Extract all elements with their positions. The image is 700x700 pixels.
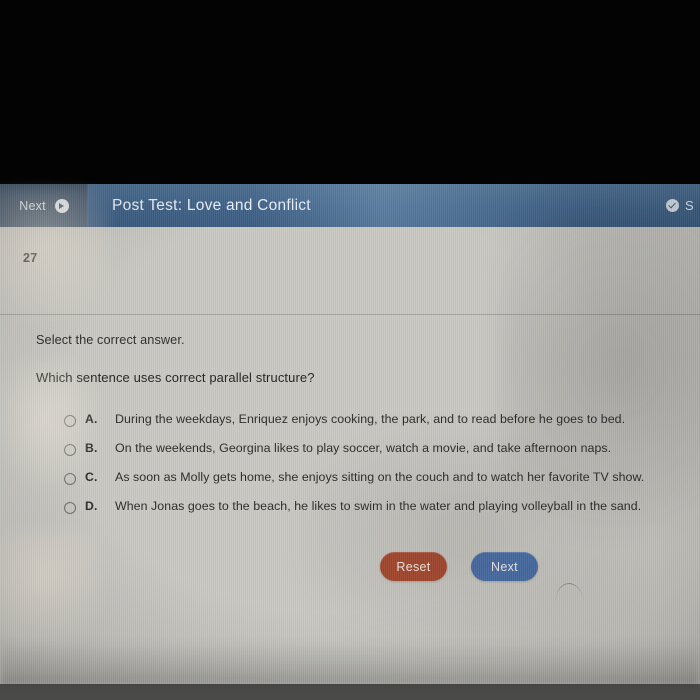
next-button[interactable]: Next <box>471 552 538 581</box>
option-text-a: During the weekdays, Enriquez enjoys coo… <box>115 412 626 426</box>
reset-button[interactable]: Reset <box>380 552 447 581</box>
option-letter-d: D. <box>85 499 98 513</box>
answer-option-b[interactable]: B. On the weekends, Georgina likes to pl… <box>64 441 684 470</box>
radio-button-icon-d[interactable] <box>64 502 76 514</box>
section-divider <box>0 314 700 315</box>
monitor-top-dark-region <box>0 0 700 184</box>
screen-viewport: Next Post Test: Love and Conflict S 27 S… <box>0 184 700 684</box>
option-letter-c: C. <box>85 470 98 484</box>
option-text-c: As soon as Molly gets home, she enjoys s… <box>115 470 645 484</box>
header-next-nav-label: Next <box>19 198 46 213</box>
answer-option-d[interactable]: D. When Jonas goes to the beach, he like… <box>64 499 684 528</box>
option-letter-a: A. <box>85 412 98 426</box>
page-title: Post Test: Love and Conflict <box>112 196 311 214</box>
header-right-cluster[interactable]: S <box>666 198 700 213</box>
option-text-d: When Jonas goes to the beach, he likes t… <box>115 499 642 513</box>
check-circle-icon <box>666 199 679 212</box>
header-submit-label: S <box>685 198 694 213</box>
option-letter-b: B. <box>85 441 98 455</box>
question-content-area: 27 Select the correct answer. Which sent… <box>0 227 700 684</box>
radio-button-icon-c[interactable] <box>64 473 76 485</box>
answer-option-a[interactable]: A. During the weekdays, Enriquez enjoys … <box>64 412 684 441</box>
photographed-screen-frame: Next Post Test: Love and Conflict S 27 S… <box>0 0 700 700</box>
option-text-b: On the weekends, Georgina likes to play … <box>115 441 612 455</box>
instruction-text: Select the correct answer. <box>36 333 185 347</box>
quiz-header-bar: Next Post Test: Love and Conflict S <box>0 184 700 227</box>
circle-arrow-right-icon <box>54 198 69 213</box>
question-prompt: Which sentence uses correct parallel str… <box>36 370 315 385</box>
action-button-row: Reset Next <box>380 552 538 581</box>
radio-button-icon-a[interactable] <box>64 415 76 427</box>
answer-options-list: A. During the weekdays, Enriquez enjoys … <box>64 412 684 528</box>
radio-button-icon-b[interactable] <box>64 444 76 456</box>
monitor-bottom-dark-region <box>0 684 700 700</box>
question-number: 27 <box>23 251 38 265</box>
answer-option-c[interactable]: C. As soon as Molly gets home, she enjoy… <box>64 470 684 499</box>
header-next-nav-button[interactable]: Next <box>0 184 88 227</box>
